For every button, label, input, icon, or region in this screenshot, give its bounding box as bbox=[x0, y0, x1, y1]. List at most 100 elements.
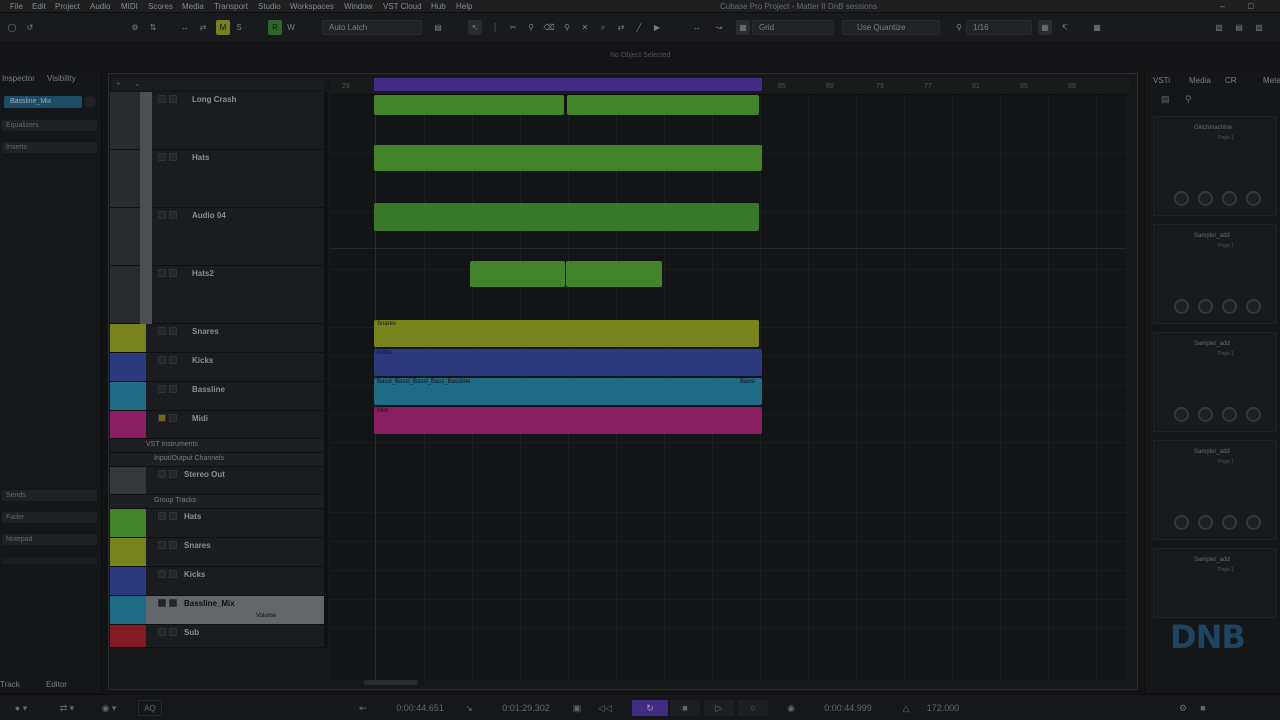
track-name[interactable]: Bassline bbox=[192, 385, 225, 394]
track-row[interactable]: Kicks bbox=[110, 567, 324, 596]
menu-midi[interactable]: MIDI bbox=[121, 2, 138, 11]
vertical-scrollbar[interactable] bbox=[1126, 95, 1132, 680]
inspector-track-name[interactable]: Bassline_Mix bbox=[4, 96, 82, 108]
section-inserts[interactable]: Inserts bbox=[2, 142, 97, 153]
constrain-delay-icon[interactable]: ⚙ bbox=[128, 20, 142, 35]
quick-control-knob[interactable] bbox=[1174, 191, 1189, 206]
audio-event[interactable] bbox=[470, 261, 565, 287]
right-zone-toggle-icon[interactable]: ▨ bbox=[1252, 20, 1266, 35]
time-display-mode-icon[interactable]: ◉ bbox=[782, 700, 800, 716]
minimize-icon[interactable]: – bbox=[1220, 1, 1225, 11]
instrument-slot[interactable]: Sampler_add Page 1 bbox=[1153, 548, 1277, 618]
audio-event[interactable] bbox=[374, 145, 762, 171]
quick-control-knob[interactable] bbox=[1198, 407, 1213, 422]
track-name[interactable]: Snares bbox=[192, 327, 219, 336]
track-buttons[interactable] bbox=[158, 541, 177, 549]
folder-group-tracks[interactable]: Group Tracks bbox=[110, 495, 324, 509]
locate-previous-icon[interactable]: ◁◁ bbox=[592, 700, 618, 716]
track-row-selected[interactable]: Bassline_Mix Volume bbox=[110, 596, 324, 625]
solo-button[interactable]: S bbox=[232, 20, 246, 35]
record-mode-icon[interactable]: ● ▾ bbox=[6, 700, 36, 716]
track-buttons[interactable] bbox=[158, 269, 177, 277]
grid-type-select[interactable]: Use Quantize bbox=[842, 20, 940, 35]
menu-window[interactable]: Window bbox=[344, 2, 372, 11]
track-row[interactable]: Bassline bbox=[110, 382, 324, 411]
track-name[interactable]: Sub bbox=[184, 628, 199, 637]
tab-visibility[interactable]: Visibility bbox=[47, 74, 76, 83]
track-row[interactable]: Hats2 bbox=[110, 266, 324, 324]
audio-event[interactable] bbox=[374, 95, 564, 115]
track-name[interactable]: Midi bbox=[192, 414, 208, 423]
track-buttons[interactable] bbox=[158, 327, 177, 335]
track-name[interactable]: Hats2 bbox=[192, 269, 214, 278]
play-tool-icon[interactable]: ▶ bbox=[650, 20, 664, 35]
search-icon[interactable]: ⚲ bbox=[1185, 94, 1192, 105]
track-buttons[interactable] bbox=[158, 153, 177, 161]
zoom-icon[interactable]: ⌕ bbox=[596, 20, 610, 35]
object-selection-tool[interactable]: ↖ bbox=[468, 20, 482, 35]
menu-help[interactable]: Help bbox=[456, 2, 472, 11]
nudge-icon[interactable]: ↔ bbox=[690, 20, 704, 35]
quick-control-knob[interactable] bbox=[1174, 299, 1189, 314]
read-automation-button[interactable]: R bbox=[268, 20, 282, 35]
play-button[interactable]: ▷ bbox=[704, 700, 734, 716]
track-buttons[interactable] bbox=[158, 470, 177, 478]
quick-control-knob[interactable] bbox=[1222, 407, 1237, 422]
activity-icon[interactable]: ■ bbox=[1196, 700, 1210, 716]
left-locator-display[interactable]: 0:00:44.651 bbox=[380, 700, 460, 716]
track-name[interactable]: Bassline_Mix bbox=[184, 599, 235, 608]
track-buttons[interactable] bbox=[158, 211, 177, 219]
tempo-display[interactable]: 172.000 bbox=[918, 700, 968, 716]
mute-button[interactable]: M bbox=[216, 20, 230, 35]
go-to-left-locator-icon[interactable]: ⇤ bbox=[356, 700, 370, 716]
punch-in-icon[interactable]: ↘ bbox=[462, 700, 476, 716]
quick-control-knob[interactable] bbox=[1198, 515, 1213, 530]
inspector-fader[interactable] bbox=[2, 558, 97, 564]
metronome-icon[interactable]: △ bbox=[898, 700, 914, 716]
track-list-menu-icon[interactable]: ⌄ bbox=[134, 79, 141, 88]
erase-tool-icon[interactable]: ⌫ bbox=[542, 20, 556, 35]
menu-vst-cloud[interactable]: VST Cloud bbox=[383, 2, 422, 11]
quick-control-knob[interactable] bbox=[1222, 299, 1237, 314]
track-name[interactable]: Kicks bbox=[192, 356, 213, 365]
quantize-apply-icon[interactable]: ↸ bbox=[1058, 20, 1072, 35]
quick-control-knob[interactable] bbox=[1246, 515, 1261, 530]
add-track-icon[interactable]: + bbox=[116, 79, 121, 88]
tab-inspector[interactable]: Inspector bbox=[2, 74, 35, 83]
add-instrument-icon[interactable]: ▤ bbox=[1161, 94, 1170, 105]
menu-studio[interactable]: Studio bbox=[258, 2, 281, 11]
zoom-tool-icon[interactable]: ⚲ bbox=[560, 20, 574, 35]
menu-scores[interactable]: Scores bbox=[148, 2, 173, 11]
menu-edit[interactable]: Edit bbox=[32, 2, 46, 11]
track-row[interactable]: Hats bbox=[110, 509, 324, 538]
tab-editor[interactable]: Editor bbox=[46, 680, 67, 689]
settings-icon[interactable]: ⚙ bbox=[1176, 700, 1190, 716]
instrument-slot[interactable]: Sampler_add Page 1 bbox=[1153, 332, 1277, 432]
menu-media[interactable]: Media bbox=[182, 2, 204, 11]
section-notepad[interactable]: Notepad bbox=[2, 534, 97, 545]
color-menu-icon[interactable]: ▦ bbox=[1090, 20, 1104, 35]
quick-control-knob[interactable] bbox=[1246, 299, 1261, 314]
tab-cr[interactable]: CR bbox=[1225, 76, 1237, 85]
track-buttons[interactable] bbox=[158, 599, 177, 607]
track-name[interactable]: Kicks bbox=[184, 570, 205, 579]
cycle-mode-icon[interactable]: ⇄ ▾ bbox=[52, 700, 82, 716]
track-settings-icon[interactable] bbox=[84, 96, 96, 108]
section-sends[interactable]: Sends bbox=[2, 490, 97, 501]
track-row[interactable]: Sub bbox=[110, 625, 324, 648]
track-row[interactable]: Snares bbox=[110, 324, 324, 353]
horizontal-scrollbar[interactable] bbox=[364, 680, 418, 685]
menu-workspaces[interactable]: Workspaces bbox=[290, 2, 334, 11]
line-tool-icon[interactable]: ╱ bbox=[632, 20, 646, 35]
quick-control-knob[interactable] bbox=[1198, 299, 1213, 314]
instrument-slot[interactable]: Glitchmachine Page 1 bbox=[1153, 116, 1277, 216]
snap-on-icon[interactable]: ↝ bbox=[712, 20, 726, 35]
snap-icon[interactable]: ▦ bbox=[736, 20, 750, 35]
audio-event[interactable] bbox=[567, 95, 759, 115]
quick-control-knob[interactable] bbox=[1174, 515, 1189, 530]
menu-audio[interactable]: Audio bbox=[90, 2, 110, 11]
write-automation-button[interactable]: W bbox=[284, 20, 298, 35]
track-buttons[interactable] bbox=[158, 414, 177, 422]
track-buttons[interactable] bbox=[158, 570, 177, 578]
track-list-divider[interactable] bbox=[324, 92, 328, 648]
